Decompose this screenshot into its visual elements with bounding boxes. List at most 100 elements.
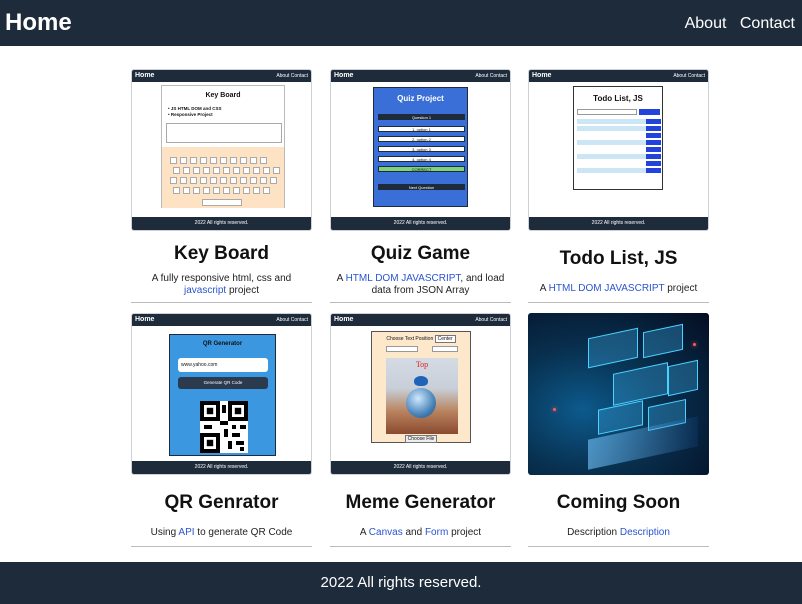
keyboard-key <box>253 167 260 174</box>
keyboard-key <box>202 199 242 206</box>
thumb-navbar: Home About Contact <box>331 314 510 326</box>
crystal-ball-icon <box>406 388 436 418</box>
meme-position-select: Center <box>434 335 456 343</box>
thumb-brand: Home <box>135 72 155 79</box>
keyboard-app: Key Board • JS HTML DOM and CSS • Respon… <box>161 85 285 208</box>
card-description: A HTML DOM JAVASCRIPT, and load data fro… <box>336 273 505 296</box>
qr-code-icon <box>200 401 248 453</box>
keyboard-key <box>200 177 207 184</box>
thumb-brand: Home <box>135 316 155 323</box>
thumb-links: About Contact <box>276 317 308 323</box>
keyboard-key <box>270 177 277 184</box>
meme-thumbnail[interactable]: Home About Contact Choose Text Position … <box>330 313 511 475</box>
keyboard-key <box>240 157 247 164</box>
navbar: Home About Contact <box>0 0 802 46</box>
keyboard-thumbnail[interactable]: Home About Contact Key Board • JS HTML D… <box>131 69 312 231</box>
thumb-footer: 2022 All rights reserved. <box>331 217 510 230</box>
html-dom-js-link[interactable]: HTML DOM JAVASCRIPT <box>549 283 665 294</box>
project-card-todo: Home About Contact Todo List, JS 2022 Al… <box>528 69 709 303</box>
keyboard-key <box>263 187 270 194</box>
card-title: Meme Generator <box>345 492 496 513</box>
meme-app: Choose Text Position Center Top Choose F… <box>371 331 471 443</box>
card-description: A Canvas and Form project <box>359 527 482 538</box>
card-title: Quiz Game <box>370 243 471 264</box>
keyboard-key <box>173 187 180 194</box>
meme-position-row: Choose Text Position Center <box>372 335 470 343</box>
keyboard-key <box>210 177 217 184</box>
keyboard-key <box>233 187 240 194</box>
keyboard-key <box>260 177 267 184</box>
api-link[interactable]: API <box>178 527 194 538</box>
meme-file-row: Choose File <box>372 435 470 443</box>
keyboard-key <box>223 187 230 194</box>
card-description: Using API to generate QR Code <box>150 527 293 538</box>
keyboard-key <box>243 187 250 194</box>
keyboard-key <box>190 177 197 184</box>
brand-home-link[interactable]: Home <box>5 9 72 37</box>
bullet-1: JS HTML DOM and CSS <box>170 106 222 111</box>
card-title: QR Genrator <box>164 492 279 513</box>
thumb-brand: Home <box>334 316 354 323</box>
site-footer: 2022 All rights reserved. <box>0 562 802 604</box>
keyboard-key <box>233 167 240 174</box>
keyboard-key <box>230 177 237 184</box>
keyboard-key <box>260 157 267 164</box>
description-link[interactable]: Description <box>620 527 670 538</box>
quiz-option: 4. option 4 <box>378 156 465 162</box>
qr-thumbnail[interactable]: Home About Contact QR Generator www.yaho… <box>131 313 312 475</box>
qr-input: www.yahoo.com <box>178 358 268 372</box>
keyboard-key <box>250 177 257 184</box>
tech-image <box>528 313 709 475</box>
keyboard-key <box>210 157 217 164</box>
thumb-links: About Contact <box>673 73 705 79</box>
javascript-link[interactable]: javascript <box>184 285 226 296</box>
keyboard-key <box>220 157 227 164</box>
html-dom-js-link[interactable]: HTML DOM JAVASCRIPT <box>346 273 461 284</box>
quiz-thumbnail[interactable]: Home About Contact Quiz Project Question… <box>330 69 511 231</box>
nav-about-link[interactable]: About <box>685 15 727 32</box>
meme-file-button: Choose File <box>404 435 438 443</box>
keyboard-textarea <box>166 123 282 143</box>
project-card-coming-soon: Coming Soon Description Description <box>528 313 709 547</box>
thumb-links: About Contact <box>475 73 507 79</box>
keyboard-key <box>213 187 220 194</box>
card-description: A HTML DOM JAVASCRIPT project <box>539 283 698 294</box>
keyboard-key <box>183 187 190 194</box>
keyboard-key <box>220 177 227 184</box>
keyboard-key <box>173 167 180 174</box>
todo-heading: Todo List, JS <box>593 94 643 103</box>
quiz-app: Quiz Project Question 1 1. option 1 2. o… <box>373 87 468 207</box>
quiz-heading: Quiz Project <box>397 94 444 103</box>
keyboard-heading: Key Board <box>205 92 241 99</box>
todo-app: Todo List, JS <box>573 86 663 190</box>
card-title: Key Board <box>173 243 270 264</box>
qr-generate-button: Generate QR Code <box>178 377 268 389</box>
nav-contact-link[interactable]: Contact <box>740 15 795 32</box>
quiz-question: Question 1 <box>378 114 465 120</box>
coming-soon-thumbnail[interactable] <box>528 313 709 475</box>
keyboard-key <box>193 167 200 174</box>
thumb-links: About Contact <box>276 73 308 79</box>
form-link[interactable]: Form <box>425 527 448 538</box>
card-description: A fully responsive html, css and javascr… <box>151 273 292 296</box>
keyboard-key <box>200 157 207 164</box>
keyboard-key <box>243 167 250 174</box>
qr-heading: QR Generator <box>202 341 243 347</box>
todo-thumbnail[interactable]: Home About Contact Todo List, JS 2022 Al… <box>528 69 709 231</box>
quiz-option: 1. option 1 <box>378 126 465 132</box>
keyboard-key <box>203 167 210 174</box>
thumb-brand: Home <box>334 72 354 79</box>
canvas-link[interactable]: Canvas <box>369 527 403 538</box>
keyboard-key <box>253 187 260 194</box>
bullet-2: Responsive Project <box>170 112 213 117</box>
card-title: Todo List, JS <box>559 248 678 269</box>
keyboard-key <box>193 187 200 194</box>
meme-bottom-input <box>432 346 458 352</box>
meme-position-label: Choose Text Position <box>386 336 434 342</box>
thumb-navbar: Home About Contact <box>331 70 510 82</box>
card-title: Coming Soon <box>556 492 681 513</box>
thumb-footer: 2022 All rights reserved. <box>132 461 311 474</box>
thumb-navbar: Home About Contact <box>529 70 708 82</box>
meme-caption: Top <box>415 360 429 369</box>
keyboard-key <box>190 157 197 164</box>
